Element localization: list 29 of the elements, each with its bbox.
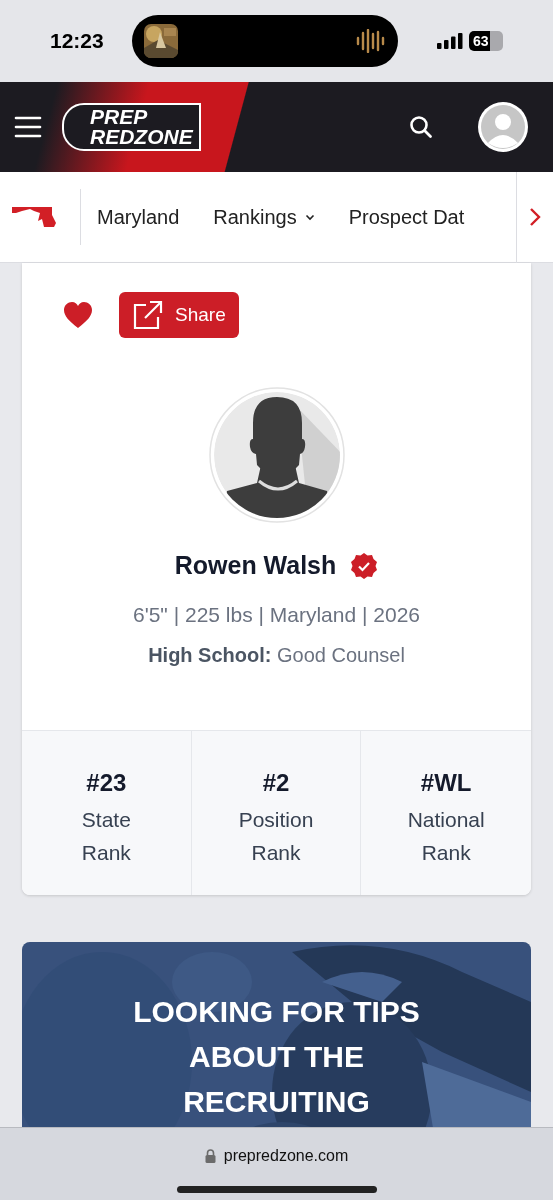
stat-label: Position Rank (237, 807, 315, 866)
url-text[interactable]: prepredzone.com (223, 1144, 349, 1168)
chevron-right-icon[interactable] (529, 207, 541, 227)
share-button[interactable]: Share (119, 292, 239, 338)
stat-label: State Rank (80, 807, 132, 866)
lock-icon (204, 1149, 216, 1163)
stat-label: National Rank (406, 807, 486, 866)
heart-icon[interactable] (63, 301, 93, 329)
nav-link[interactable]: Maryland (97, 202, 180, 232)
audio-wave-icon (356, 29, 387, 53)
site-logo[interactable]: PREP REDZONE (62, 103, 201, 151)
avatar-silhouette-icon (208, 387, 345, 523)
menu-icon[interactable] (14, 116, 42, 138)
stat-value: #23 (86, 768, 127, 798)
nav-link[interactable]: Rankings (213, 202, 315, 232)
promo-heading: LOOKING FOR TIPS ABOUT THE RECRUITING (132, 994, 421, 1120)
user-avatar-icon[interactable] (477, 101, 529, 153)
state-map-icon[interactable] (12, 205, 56, 229)
stat-value: #WL (420, 768, 472, 798)
status-time: 12:23 (50, 28, 104, 55)
stat-value: #2 (262, 768, 290, 798)
battery-indicator: 63 (469, 31, 503, 51)
search-icon[interactable] (409, 115, 433, 139)
high-school: High School: Good Counsel (147, 643, 406, 668)
signal-icon (437, 33, 463, 49)
external-link-icon (133, 300, 163, 330)
player-details: 6'5" | 225 lbs | Maryland | 2026 (132, 601, 421, 628)
nav-link[interactable]: Prospect Dat (348, 202, 465, 232)
player-name: Rowen Walsh (174, 550, 337, 581)
